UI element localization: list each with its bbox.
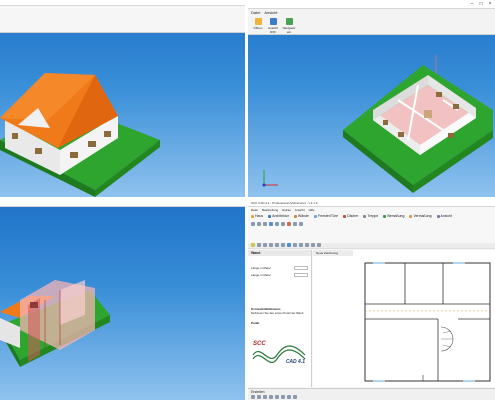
length-input[interactable] <box>294 266 308 270</box>
dimension-icon <box>383 214 387 218</box>
tab-waende[interactable]: Wände <box>293 214 309 218</box>
viewport-3d-house[interactable] <box>0 0 245 197</box>
tool-icon[interactable] <box>275 243 279 247</box>
app-title: SCC CAD 4.1 - Professional (Vollversion)… <box>251 201 318 205</box>
tool-icon[interactable] <box>263 222 267 226</box>
menu-bearbeitung[interactable]: Bearbeitung <box>262 208 278 212</box>
wall-icon <box>293 214 297 218</box>
tool-icon[interactable] <box>299 222 303 226</box>
tool-icon[interactable] <box>275 222 279 226</box>
tool-icon[interactable] <box>281 243 285 247</box>
tab-vermassung[interactable]: Vermaßung <box>409 214 432 218</box>
field-row: Länge in Meter <box>248 266 311 270</box>
tool-icon[interactable] <box>287 395 291 399</box>
panel-header: Wand <box>248 250 311 256</box>
canvas-toolbar <box>248 243 495 249</box>
tab-bemassung[interactable]: Bemaßung <box>383 214 404 218</box>
tool-icon[interactable] <box>269 395 273 399</box>
tool-icon[interactable] <box>299 243 303 247</box>
app-titlebar: SCC CAD 4.1 - Professional (Vollversion)… <box>248 200 495 207</box>
section-render <box>0 280 110 367</box>
status-bar: Erstellen <box>248 388 495 400</box>
tab-architektur[interactable]: Architektur <box>268 214 289 218</box>
tool-icon[interactable] <box>251 395 255 399</box>
tool-icon[interactable] <box>317 243 321 247</box>
house-render <box>0 73 160 197</box>
drawing-toolbar <box>248 222 495 242</box>
tool-icon[interactable] <box>281 395 285 399</box>
tab-fenster[interactable]: Fenster/Türe <box>314 214 338 218</box>
menu-datei[interactable]: Datei <box>251 208 258 212</box>
main-tabs: Haus Architektur Wände Fenster/Türe Däch… <box>248 213 495 219</box>
menu-hilfe[interactable]: Hilfe <box>309 208 315 212</box>
properties-panel: Wand Länge in Meter Länge in Meter Konte… <box>248 250 312 387</box>
menu-ansicht[interactable]: Ansicht <box>295 208 305 212</box>
viewport-3d-section[interactable] <box>0 200 245 400</box>
drawing-canvas[interactable]: Neue Zeichnung <box>313 250 495 387</box>
length-input[interactable] <box>294 273 308 277</box>
cad-app-window: SCC CAD 4.1 - Professional (Vollversion)… <box>248 200 495 400</box>
tool-icon[interactable] <box>269 222 273 226</box>
drawing-tab[interactable]: Neue Zeichnung <box>313 250 353 256</box>
architecture-icon <box>268 214 272 218</box>
tool-icon[interactable] <box>287 243 291 247</box>
floorplan-render <box>262 55 493 193</box>
tool-icon[interactable] <box>251 222 255 226</box>
tool-icon[interactable] <box>305 243 309 247</box>
status-label: Erstellen <box>251 390 265 394</box>
tab-ansicht[interactable]: Ansicht <box>436 214 452 218</box>
scc-logo: SCC CAD 4.1 <box>251 335 307 373</box>
tool-icon[interactable] <box>251 243 255 247</box>
tool-icon[interactable] <box>275 395 279 399</box>
menu-extras[interactable]: Extras <box>282 208 291 212</box>
tool-icon[interactable] <box>287 222 291 226</box>
logo-text: SCC <box>253 341 266 347</box>
window-icon <box>314 214 317 218</box>
tool-icon[interactable] <box>263 395 267 399</box>
view-icon <box>436 214 440 218</box>
status-icons <box>248 395 495 399</box>
tab-treppe[interactable]: Treppe <box>363 214 378 218</box>
tab-haus[interactable]: Haus <box>251 214 263 218</box>
help-text: Definieren Sie den ersten Punkt der Wand <box>251 311 304 315</box>
tool-icon[interactable] <box>293 243 297 247</box>
roof-icon <box>343 214 347 218</box>
tool-icon[interactable] <box>293 222 297 226</box>
tool-icon[interactable] <box>281 222 285 226</box>
tool-icon[interactable] <box>269 243 273 247</box>
stairs-icon <box>363 214 367 218</box>
floorplan-2d <box>364 262 491 382</box>
tool-icon[interactable] <box>257 243 261 247</box>
field-row: Länge in Meter <box>248 273 311 277</box>
tool-icon[interactable] <box>293 395 297 399</box>
help-subtitle: Punkt <box>251 321 260 325</box>
tool-icon[interactable] <box>263 243 267 247</box>
logo-sub: CAD 4.1 <box>285 359 305 365</box>
measure-icon <box>409 214 413 218</box>
tool-icon[interactable] <box>311 243 315 247</box>
house-icon <box>251 214 254 218</box>
tab-daecher[interactable]: Dächer <box>343 214 358 218</box>
tool-icon[interactable] <box>257 395 261 399</box>
tool-icon[interactable] <box>257 222 261 226</box>
viewport-3d-floorplan[interactable]: – □ × Datei Ansicht Öffnen Ansicht DXF N… <box>248 0 495 197</box>
